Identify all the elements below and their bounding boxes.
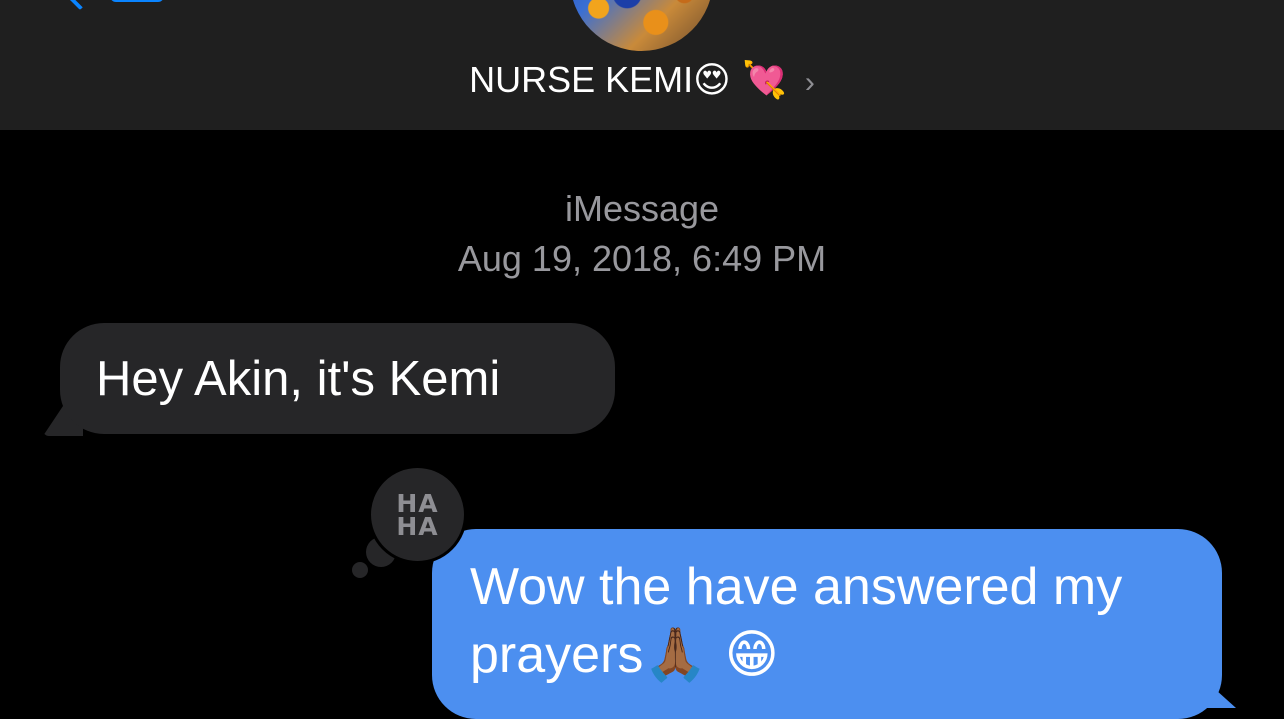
incoming-message-text: Hey Akin, it's Kemi xyxy=(96,351,501,406)
incoming-message-bubble[interactable]: Hey Akin, it's Kemi xyxy=(60,323,615,434)
outgoing-message-emoji: 🙏🏾 😁 xyxy=(643,625,779,685)
outgoing-message-text: Wow the have answered my prayers xyxy=(470,558,1123,684)
unread-count-badge[interactable] xyxy=(110,0,164,2)
conversation-header: NURSE KEMI😍 💘 › xyxy=(0,0,1284,130)
outgoing-message-bubble[interactable]: Wow the have answered my prayers🙏🏾 😁 xyxy=(432,529,1222,719)
service-label: iMessage xyxy=(564,188,720,229)
haha-tapback-icon[interactable]: HA HA xyxy=(368,465,467,564)
tapback-text-line2: HA xyxy=(396,511,439,541)
chevron-right-icon: › xyxy=(804,66,815,99)
contact-avatar[interactable] xyxy=(570,0,713,51)
back-chevron-icon[interactable] xyxy=(65,0,95,11)
message-timestamp: Aug 19, 2018, 6:49 PM xyxy=(457,238,827,279)
contact-emoji: 😍 💘 xyxy=(693,60,787,101)
tapback-tail-dot xyxy=(352,562,368,578)
contact-name-button[interactable]: NURSE KEMI😍 💘 › xyxy=(0,58,1284,105)
contact-name: NURSE KEMI xyxy=(469,59,694,100)
